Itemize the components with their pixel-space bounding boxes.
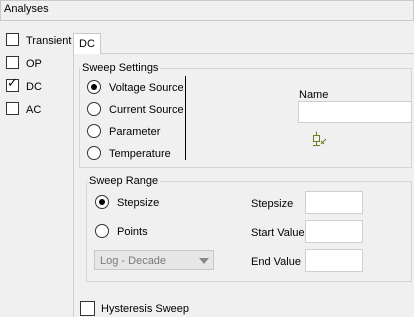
current-source-label: Current Source (109, 104, 184, 116)
tab-dc[interactable]: DC (73, 33, 101, 54)
parameter-radio[interactable] (87, 124, 101, 138)
chevron-down-icon (199, 258, 209, 264)
name-label: Name (299, 89, 329, 101)
name-input[interactable] (298, 101, 412, 123)
tab-dc-label: DC (79, 38, 95, 50)
stepsize-mode-label: Stepsize (117, 197, 160, 209)
dc-label: DC (26, 81, 42, 93)
voltage-source-radio[interactable] (87, 80, 101, 94)
points-mode-label: Points (117, 226, 148, 238)
transient-label: Transient (26, 35, 72, 47)
scale-select-value: Log - Decade (100, 255, 167, 267)
transient-checkbox[interactable] (6, 33, 19, 46)
dc-checkbox[interactable]: ✓ (6, 76, 19, 92)
ac-label: AC (26, 104, 42, 116)
analyses-header (0, 0, 414, 21)
ac-checkbox[interactable] (6, 102, 19, 115)
temperature-radio[interactable] (87, 146, 101, 160)
hysteresis-checkbox[interactable] (80, 301, 95, 316)
end-value-label: End Value (251, 256, 301, 268)
sweep-range-title: Sweep Range (87, 175, 161, 187)
radio-selected-dot (99, 199, 105, 205)
op-checkbox[interactable] (6, 56, 19, 69)
points-mode-radio[interactable] (95, 224, 109, 238)
sweep-settings-title: Sweep Settings (80, 62, 161, 74)
divider (185, 76, 186, 160)
stepsize-mode-radio[interactable] (95, 195, 109, 209)
start-value-label: Start Value (251, 227, 305, 239)
parameter-label: Parameter (109, 126, 161, 138)
analyses-header-title: Analyses (4, 3, 49, 15)
stepsize-field-label: Stepsize (251, 198, 294, 210)
temperature-label: Temperature (109, 148, 171, 160)
stepsize-input[interactable] (305, 191, 363, 214)
hysteresis-label: Hysteresis Sweep (101, 303, 190, 315)
op-label: OP (26, 58, 42, 70)
current-source-radio[interactable] (87, 102, 101, 116)
scale-select[interactable]: Log - Decade (94, 250, 214, 270)
voltage-source-picker-icon[interactable] (310, 131, 328, 147)
radio-selected-dot (91, 84, 97, 90)
check-mark-icon: ✓ (7, 76, 18, 91)
voltage-source-label: Voltage Source (109, 82, 184, 94)
end-value-input[interactable] (305, 249, 363, 272)
start-value-input[interactable] (305, 220, 363, 243)
